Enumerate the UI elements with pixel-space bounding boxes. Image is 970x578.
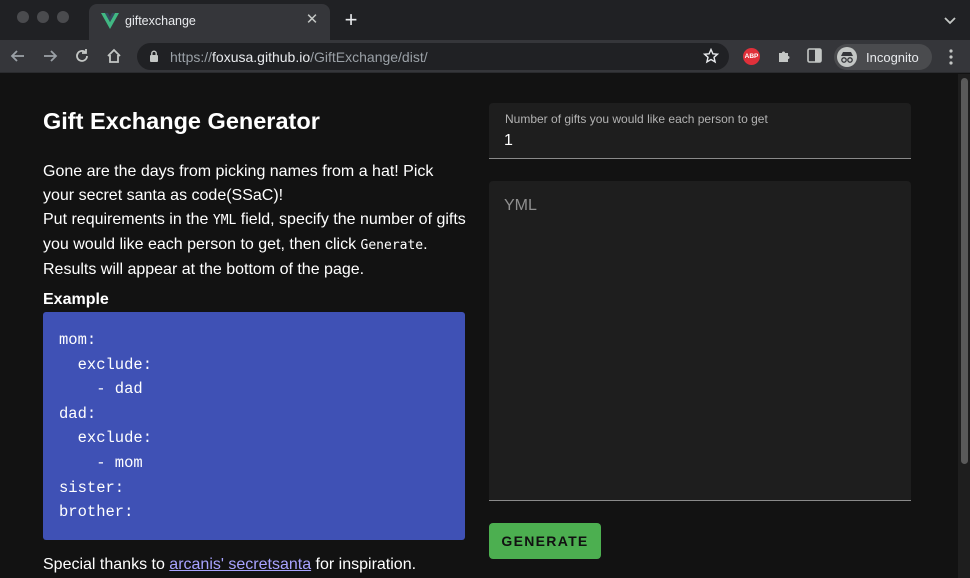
yml-code-inline: YML — [212, 213, 237, 228]
example-heading: Example — [43, 291, 109, 308]
bookmark-star-icon[interactable] — [703, 48, 719, 64]
puzzle-extensions-icon[interactable] — [776, 48, 792, 64]
reload-icon[interactable] — [73, 47, 91, 65]
page-title: Gift Exchange Generator — [43, 108, 320, 134]
example-code: mom: exclude: - dad dad: exclude: - mom … — [59, 331, 153, 522]
plus-icon[interactable]: + — [340, 9, 362, 31]
lock-icon[interactable] — [149, 50, 159, 62]
browser-tab[interactable]: giftexchange ✕ — [89, 4, 330, 40]
more-options-icon[interactable] — [944, 48, 958, 66]
scrollbar-thumb[interactable] — [961, 78, 968, 464]
forward-arrow-icon[interactable] — [41, 47, 59, 65]
maximize-window-dot[interactable] — [57, 11, 69, 23]
minimize-window-dot[interactable] — [37, 11, 49, 23]
generate-code-inline: Generate — [360, 238, 424, 253]
browser-toolbar: https://foxusa.github.io/GiftExchange/di… — [0, 40, 970, 73]
close-tab-icon[interactable]: ✕ — [304, 12, 320, 28]
page-scrollbar[interactable] — [958, 74, 970, 578]
incognito-icon — [837, 47, 857, 67]
yml-field[interactable] — [489, 181, 911, 501]
gifts-count-label: Number of gifts you would like each pers… — [505, 112, 768, 126]
back-arrow-icon[interactable] — [9, 47, 27, 65]
vue-logo-icon — [101, 13, 119, 29]
gifts-count-input[interactable] — [504, 129, 894, 153]
chevron-down-icon[interactable] — [942, 12, 958, 28]
tab-bar: giftexchange ✕ + — [0, 0, 970, 40]
intro-text: Gone are the days from picking names fro… — [43, 160, 468, 282]
incognito-label: Incognito — [866, 50, 919, 65]
generate-button[interactable]: GENERATE — [489, 523, 601, 559]
yml-textarea[interactable] — [504, 197, 896, 491]
address-bar[interactable]: https://foxusa.github.io/GiftExchange/di… — [137, 43, 729, 70]
adblock-extension-icon[interactable]: ABP — [743, 48, 760, 65]
url-text[interactable]: https://foxusa.github.io/GiftExchange/di… — [170, 49, 428, 65]
tab-title: giftexchange — [125, 14, 196, 28]
side-panel-icon[interactable] — [807, 48, 822, 63]
page-content: Gift Exchange Generator Gone are the day… — [0, 74, 958, 578]
credits-text: Special thanks to arcanis' secretsanta f… — [43, 556, 417, 573]
example-code-block: mom: exclude: - dad dad: exclude: - mom … — [43, 312, 465, 540]
gifts-count-field[interactable]: Number of gifts you would like each pers… — [489, 103, 911, 159]
home-icon[interactable] — [105, 47, 123, 65]
incognito-profile-button[interactable]: Incognito — [834, 44, 932, 70]
intro-paragraph-2: Put requirements in the YML field, speci… — [43, 211, 466, 278]
secretsanta-link[interactable]: arcanis' secretsanta — [169, 556, 311, 573]
close-window-dot[interactable] — [17, 11, 29, 23]
intro-paragraph-1: Gone are the days from picking names fro… — [43, 163, 434, 204]
